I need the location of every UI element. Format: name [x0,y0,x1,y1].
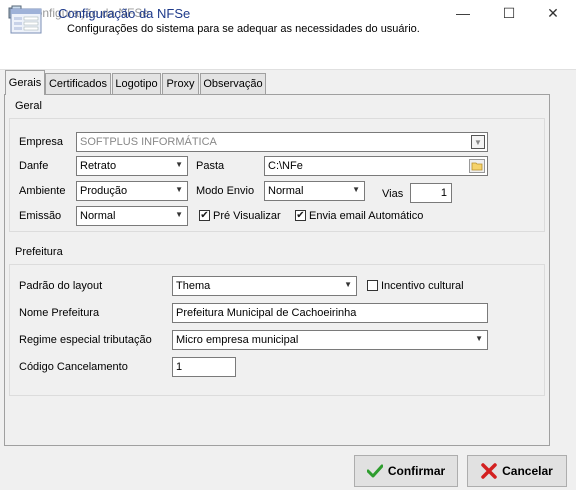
x-icon [481,463,497,479]
chevron-down-icon: ▼ [175,210,183,219]
danfe-value: Retrato [80,160,117,172]
padrao-layout-value: Thema [176,280,211,292]
vias-input[interactable]: 1 [410,183,452,203]
incentivo-cultural-checkbox[interactable] [367,280,378,291]
padrao-layout-label: Padrão do layout [19,280,103,292]
header-subtitle: Configurações do sistema para se adequar… [67,23,420,35]
close-button[interactable]: ✕ [530,0,576,26]
form-icon [10,8,42,34]
envia-email-label: Envia email Automático [309,210,424,222]
cancelar-button[interactable]: Cancelar [467,455,567,487]
emissao-select[interactable]: Normal ▼ [76,206,188,226]
regime-select[interactable]: Micro empresa municipal ▼ [172,330,488,350]
confirmar-button[interactable]: Confirmar [354,455,458,487]
modo-envio-label: Modo Envio [196,185,255,197]
nome-prefeitura-label: Nome Prefeitura [19,307,100,319]
vias-label: Vias [382,188,404,200]
tab-logotipo[interactable]: Logotipo [112,73,161,94]
danfe-select[interactable]: Retrato ▼ [76,156,188,176]
emissao-value: Normal [80,210,116,222]
nome-prefeitura-value: Prefeitura Municipal de Cachoeirinha [176,307,357,319]
group-prefeitura-label: Prefeitura [15,246,63,258]
cancelar-label: Cancelar [502,464,553,478]
folder-icon[interactable] [469,159,485,173]
ambiente-value: Produção [80,185,128,197]
minimize-button[interactable]: — [440,0,486,26]
chevron-down-icon: ▼ [175,160,183,169]
dropdown-arrow-icon[interactable]: ▼ [471,135,485,149]
tab-proxy[interactable]: Proxy [162,73,199,94]
checkmark-icon [366,464,383,478]
modo-envio-value: Normal [268,185,304,197]
pasta-label: Pasta [196,160,225,172]
empresa-label: Empresa [19,136,64,148]
empresa-value: SOFTPLUS INFORMÁTICA [80,136,217,148]
confirmar-label: Confirmar [387,464,446,478]
nome-prefeitura-input[interactable]: Prefeitura Municipal de Cachoeirinha [172,303,488,323]
envia-email-checkbox[interactable]: ✔ [295,210,306,221]
pasta-input[interactable]: C:\NFe [264,156,488,176]
pre-visualizar-label: Pré Visualizar [213,210,281,222]
pasta-value: C:\NFe [268,160,303,172]
codigo-cancelamento-input[interactable]: 1 [172,357,236,377]
pre-visualizar-checkbox[interactable]: ✔ [199,210,210,221]
emissao-label: Emissão [19,210,62,222]
padrao-layout-select[interactable]: Thema ▼ [172,276,357,296]
chevron-down-icon: ▼ [344,280,352,289]
modo-envio-select[interactable]: Normal ▼ [264,181,365,201]
maximize-button[interactable]: ☐ [486,0,532,26]
danfe-label: Danfe [19,160,49,172]
chevron-down-icon: ▼ [175,185,183,194]
chevron-down-icon: ▼ [352,185,360,194]
incentivo-cultural-label: Incentivo cultural [381,280,464,292]
empresa-select[interactable]: SOFTPLUS INFORMÁTICA ▼ [76,132,488,152]
tab-certificados[interactable]: Certificados [45,73,111,94]
ambiente-select[interactable]: Produção ▼ [76,181,188,201]
group-geral-label: Geral [15,100,42,112]
codigo-cancelamento-label: Código Cancelamento [19,361,128,373]
tab-gerais[interactable]: Gerais [5,70,45,95]
ambiente-label: Ambiente [19,185,66,197]
codigo-cancelamento-value: 1 [176,361,183,373]
header-title: Configuração da NFSe [58,6,191,21]
tab-observacao[interactable]: Observação [200,73,266,94]
chevron-down-icon: ▼ [475,334,483,343]
vias-value: 1 [440,187,447,199]
regime-label: Regime especial tributação [19,334,152,346]
regime-value: Micro empresa municipal [176,334,299,346]
